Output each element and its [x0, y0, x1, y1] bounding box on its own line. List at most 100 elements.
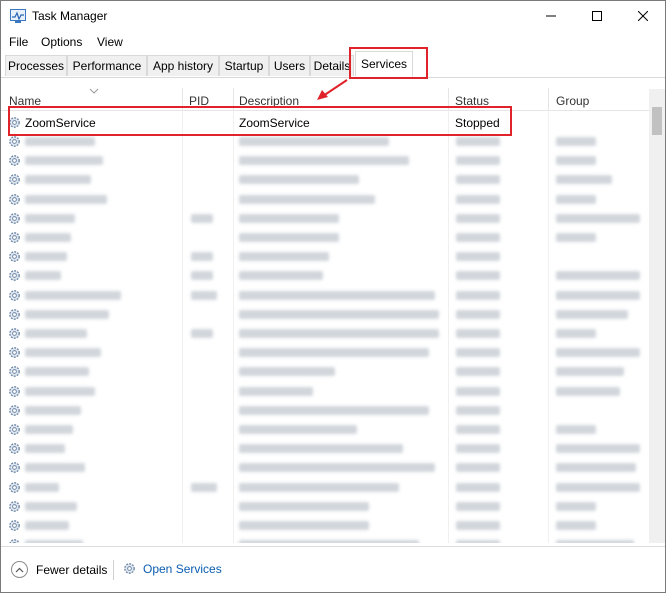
- obscured-name: [25, 156, 103, 166]
- obscured-status: [456, 367, 500, 377]
- menu-options[interactable]: Options: [41, 35, 82, 49]
- menu-file[interactable]: File: [9, 35, 28, 49]
- open-services-link[interactable]: Open Services: [122, 561, 222, 576]
- service-gear-icon: [9, 270, 20, 282]
- service-gear-icon: [9, 174, 20, 186]
- menu-bar: File Options View: [1, 32, 665, 52]
- obscured-name: [25, 367, 89, 377]
- obscured-description: [239, 309, 439, 319]
- obscured-name: [25, 271, 61, 281]
- obscured-status: [456, 233, 500, 242]
- service-gear-icon: [9, 443, 20, 455]
- obscured-group: [556, 367, 624, 377]
- obscured-status: [456, 175, 500, 185]
- service-gear-icon: [9, 251, 20, 263]
- obscured-status: [456, 290, 500, 300]
- service-row[interactable]: [1, 305, 649, 324]
- service-row[interactable]: [1, 228, 649, 247]
- service-row[interactable]: [1, 401, 649, 420]
- obscured-group: [556, 463, 636, 473]
- obscured-description: [239, 290, 435, 300]
- obscured-group: [556, 233, 596, 242]
- vertical-scrollbar[interactable]: [649, 89, 665, 543]
- obscured-name: [25, 540, 83, 543]
- column-group[interactable]: Group: [556, 94, 589, 108]
- obscured-status: [456, 540, 500, 543]
- service-row[interactable]: [1, 420, 649, 439]
- obscured-group: [556, 540, 634, 543]
- service-gear-icon: [9, 308, 20, 320]
- obscured-group: [556, 501, 596, 511]
- obscured-group: [556, 309, 628, 319]
- obscured-name: [25, 444, 65, 454]
- service-row[interactable]: [1, 382, 649, 401]
- service-row[interactable]: [1, 535, 649, 543]
- service-row[interactable]: [1, 362, 649, 381]
- obscured-name: [25, 213, 75, 223]
- obscured-description: [239, 463, 435, 473]
- tab-processes[interactable]: Processes: [5, 55, 67, 76]
- obscured-description: [239, 521, 369, 530]
- service-gear-icon: [9, 500, 20, 512]
- obscured-group: [556, 444, 640, 454]
- tab-users[interactable]: Users: [269, 55, 310, 76]
- obscured-status: [456, 137, 500, 146]
- obscured-description: [239, 367, 335, 377]
- obscured-group: [556, 521, 596, 530]
- service-row[interactable]: [1, 458, 649, 477]
- obscured-description: [239, 482, 399, 492]
- obscured-status: [456, 213, 500, 223]
- service-row[interactable]: [1, 190, 649, 209]
- service-row[interactable]: [1, 516, 649, 535]
- obscured-description: [239, 175, 359, 185]
- minimize-button[interactable]: [528, 1, 574, 31]
- obscured-name: [25, 405, 81, 415]
- footer-bar: Fewer details Open Services: [1, 546, 665, 592]
- service-row[interactable]: [1, 209, 649, 228]
- service-row[interactable]: [1, 170, 649, 189]
- service-gear-icon: [9, 347, 20, 359]
- service-row[interactable]: [1, 266, 649, 285]
- service-row[interactable]: [1, 286, 649, 305]
- tab-performance[interactable]: Performance: [67, 55, 147, 76]
- tab-startup[interactable]: Startup: [219, 55, 269, 76]
- obscured-group: [556, 271, 640, 281]
- task-manager-app-icon: [10, 9, 26, 23]
- menu-view[interactable]: View: [97, 35, 123, 49]
- tab-details[interactable]: Details: [310, 55, 354, 76]
- annotation-arrow: [317, 79, 348, 100]
- obscured-group: [556, 290, 640, 300]
- service-row[interactable]: [1, 343, 649, 362]
- fewer-details-label: Fewer details: [36, 562, 108, 577]
- obscured-name: [25, 290, 121, 300]
- obscured-description: [239, 444, 403, 454]
- tab-app-history[interactable]: App history: [147, 55, 219, 76]
- service-row[interactable]: [1, 324, 649, 343]
- obscured-description: [239, 348, 429, 358]
- service-gear-icon: [9, 136, 20, 147]
- column-divider: [548, 88, 549, 110]
- obscured-description: [239, 156, 409, 166]
- fewer-details-button[interactable]: Fewer details: [11, 561, 107, 578]
- service-row[interactable]: [1, 497, 649, 516]
- service-gear-icon: [9, 385, 20, 397]
- obscured-group: [556, 194, 596, 204]
- obscured-description: [239, 252, 329, 262]
- obscured-description: [239, 194, 375, 204]
- obscured-description: [239, 425, 357, 434]
- obscured-name: [25, 194, 107, 204]
- service-row[interactable]: [1, 478, 649, 497]
- service-row[interactable]: [1, 247, 649, 266]
- obscured-group: [556, 329, 596, 338]
- obscured-status: [456, 386, 500, 396]
- service-row[interactable]: [1, 439, 649, 458]
- scrollbar-thumb[interactable]: [652, 107, 662, 135]
- obscured-name: [25, 252, 67, 262]
- maximize-icon: [592, 11, 602, 21]
- obscured-description: [239, 386, 313, 396]
- service-row[interactable]: [1, 151, 649, 170]
- close-button[interactable]: [620, 1, 665, 31]
- obscured-name: [25, 233, 71, 242]
- maximize-button[interactable]: [574, 1, 620, 31]
- obscured-status: [456, 405, 500, 415]
